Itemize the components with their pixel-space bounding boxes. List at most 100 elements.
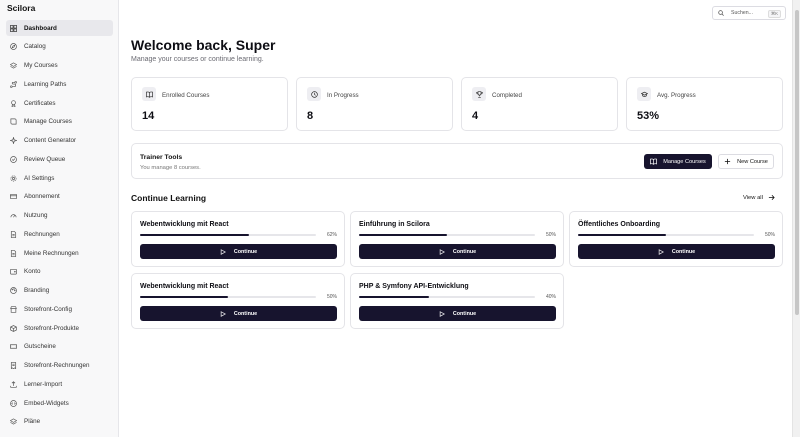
sidebar-item-dashboard[interactable]: Dashboard	[6, 20, 113, 36]
progress-percent: 50%	[326, 294, 337, 300]
sidebar-item-gutscheine[interactable]: Gutscheine	[6, 339, 113, 355]
stat-card-completed: Completed 4	[461, 77, 618, 131]
layers-icon	[10, 62, 17, 69]
grid-icon	[10, 24, 17, 32]
progress-bar	[359, 296, 535, 298]
sidebar-item-review-queue[interactable]: Review Queue	[6, 151, 113, 167]
course-card[interactable]: Webentwicklung mit React 50% Continue	[131, 273, 345, 329]
new-course-button[interactable]: New Course	[718, 154, 774, 169]
sidebar-item-konto[interactable]: Konto	[6, 264, 113, 280]
page-title: Welcome back, Super	[131, 37, 276, 53]
sidebar-item-storefront-config[interactable]: Storefront-Config	[6, 301, 113, 317]
sidebar-item-label: Nutzung	[24, 212, 48, 219]
sidebar-item-ai-settings[interactable]: AI Settings	[6, 170, 113, 186]
course-title: Webentwicklung mit React	[140, 283, 229, 290]
stat-value: 14	[142, 110, 155, 122]
sidebar: Scilora Dashboard Catalog My Courses Lea…	[0, 0, 119, 437]
search-placeholder: Suchen...	[731, 10, 753, 16]
stat-value: 8	[307, 110, 314, 122]
sidebar-item-label: Pläne	[24, 418, 41, 426]
sidebar-item-abonnement[interactable]: Abonnement	[6, 189, 113, 205]
sidebar-item-label: My Courses	[24, 62, 58, 69]
page-scrollbar[interactable]	[792, 0, 800, 437]
course-card[interactable]: Öffentliches Onboarding 50% Continue	[569, 211, 783, 267]
progress-fill	[578, 234, 666, 236]
search-input[interactable]: Suchen... ⌘K	[712, 6, 786, 20]
course-title: PHP & Symfony API-Entwicklung	[359, 283, 469, 290]
sidebar-item-label: Konto	[24, 268, 41, 276]
progress-bar	[578, 234, 754, 236]
continue-label: Continue	[452, 310, 477, 317]
continue-button[interactable]: Continue	[140, 244, 337, 259]
sidebar-item-storefront-rechnungen[interactable]: Storefront-Rechnungen	[6, 358, 113, 374]
palette-icon	[10, 287, 17, 294]
course-title: Öffentliches Onboarding	[578, 221, 661, 228]
brand-logo[interactable]: Scilora	[7, 3, 35, 13]
play-icon	[220, 248, 226, 255]
progress-percent: 50%	[764, 232, 775, 238]
file-icon	[10, 249, 17, 257]
sidebar-item-label: Lerner-Import	[24, 380, 63, 388]
sidebar-item-label: Rechnungen	[24, 230, 60, 238]
play-icon	[439, 248, 445, 255]
page-subtitle: Manage your courses or continue learning…	[131, 56, 264, 63]
course-card[interactable]: Webentwicklung mit React 62% Continue	[131, 211, 345, 267]
manage-courses-button[interactable]: Manage Courses	[644, 154, 712, 169]
progress-bar	[140, 234, 316, 236]
trainer-tools-title: Trainer Tools	[140, 154, 183, 161]
stat-label: Avg. Progress	[657, 92, 696, 99]
continue-button[interactable]: Continue	[578, 244, 775, 259]
course-card[interactable]: Einführung in Scilora 50% Continue	[350, 211, 564, 267]
sidebar-item-manage-courses[interactable]: Manage Courses	[6, 114, 113, 130]
store-icon	[10, 306, 17, 313]
progress-bar	[359, 234, 535, 236]
course-title: Einführung in Scilora	[359, 221, 430, 228]
sidebar-item-label: Content Generator	[24, 137, 77, 144]
stat-card-enrolled: Enrolled Courses 14	[131, 77, 288, 131]
continue-label: Continue	[452, 248, 477, 255]
sidebar-item-learning-paths[interactable]: Learning Paths	[6, 76, 113, 92]
course-card[interactable]: PHP & Symfony API-Entwicklung 40% Contin…	[350, 273, 564, 329]
certificate-icon	[10, 99, 17, 107]
sidebar-item-embed-widgets[interactable]: Embed-Widgets	[6, 395, 113, 411]
sidebar-item-label: AI Settings	[24, 174, 55, 182]
sidebar-item-plaene[interactable]: Pläne	[6, 414, 113, 430]
new-course-label: New Course	[737, 158, 768, 165]
continue-button[interactable]: Continue	[359, 306, 556, 321]
sidebar-item-label: Gutscheine	[24, 343, 56, 351]
gear-icon	[10, 175, 17, 182]
ticket-icon	[10, 343, 17, 350]
book-open-icon	[142, 87, 156, 101]
progress-percent: 50%	[545, 232, 556, 238]
book-open-icon	[650, 158, 658, 165]
sidebar-nav: Dashboard Catalog My Courses Learning Pa…	[6, 20, 113, 433]
trainer-tools-subtitle: You manage 8 courses.	[140, 165, 201, 171]
sidebar-item-nutzung[interactable]: Nutzung	[6, 208, 113, 224]
stat-label: Completed	[492, 92, 522, 99]
plus-icon	[724, 158, 731, 165]
stat-card-in-progress: In Progress 8	[296, 77, 453, 131]
sidebar-item-content-generator[interactable]: Content Generator	[6, 133, 113, 149]
sidebar-item-lerner-import[interactable]: Lerner-Import	[6, 376, 113, 392]
sidebar-item-certificates[interactable]: Certificates	[6, 95, 113, 111]
sidebar-item-rechnungen[interactable]: Rechnungen	[6, 226, 113, 242]
search-shortcut-badge: ⌘K	[767, 10, 781, 18]
sidebar-item-storefront-produkte[interactable]: Storefront-Produkte	[6, 320, 113, 336]
sidebar-item-branding[interactable]: Branding	[6, 283, 113, 299]
upload-icon	[10, 380, 17, 388]
file-icon	[10, 230, 17, 238]
progress-bar	[140, 296, 316, 298]
scrollbar-thumb[interactable]	[795, 10, 799, 315]
sidebar-item-meine-rechnungen[interactable]: Meine Rechnungen	[6, 245, 113, 261]
sidebar-item-label: Storefront-Rechnungen	[24, 362, 90, 369]
check-circle-icon	[10, 155, 17, 163]
continue-button[interactable]: Continue	[359, 244, 556, 259]
stat-value: 53%	[637, 110, 660, 122]
continue-button[interactable]: Continue	[140, 306, 337, 321]
sidebar-item-label: Storefront-Produkte	[24, 324, 79, 332]
sidebar-item-catalog[interactable]: Catalog	[6, 39, 113, 55]
sidebar-item-my-courses[interactable]: My Courses	[6, 58, 113, 74]
sidebar-item-label: Manage Courses	[24, 118, 72, 126]
view-all-link[interactable]: View all	[743, 194, 775, 201]
credit-card-icon	[10, 193, 17, 200]
